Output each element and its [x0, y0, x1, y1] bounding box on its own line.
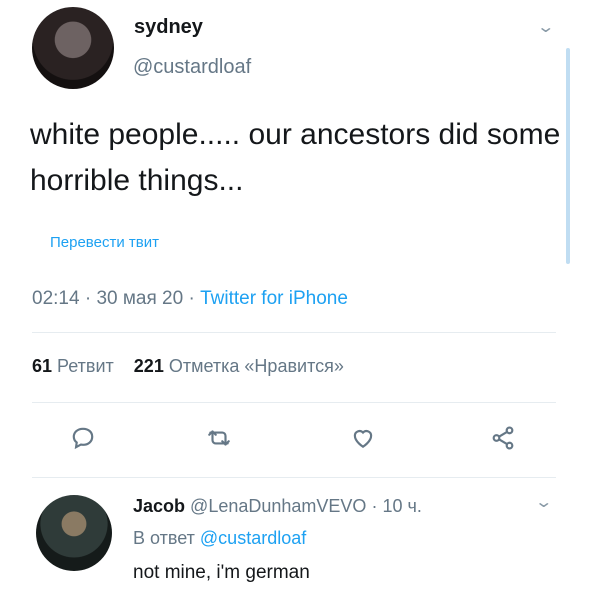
in-reply-handle-link[interactable]: @custardloaf: [200, 528, 306, 548]
meta-separator: ·: [84, 288, 97, 309]
retweets-label: Ретвит: [57, 356, 114, 376]
reply-text: not mine, i'm german: [133, 562, 310, 583]
tweet-time: 02:14: [32, 288, 80, 309]
tweet-source-link[interactable]: Twitter for iPhone: [200, 288, 348, 309]
comment-icon: [72, 427, 94, 450]
share-icon: [492, 426, 514, 450]
reply-author-avatar[interactable]: [36, 495, 112, 571]
meta-separator: ·: [371, 496, 383, 516]
tweet-stats: 61 Ретвит 221 Отметка «Нравится»: [32, 356, 344, 377]
heart-icon: [353, 430, 373, 448]
likes-count: 221: [133, 356, 164, 376]
like-button[interactable]: [343, 418, 383, 458]
likes-stat[interactable]: 221 Отметка «Нравится»: [134, 356, 344, 376]
tweet-meta: 02:14 · 30 мая 20 · Twitter for iPhone: [32, 288, 348, 310]
reply-author-handle[interactable]: @LenaDunhamVEVO: [190, 496, 366, 516]
likes-label: Отметка «Нравится»: [168, 356, 344, 376]
divider: [32, 402, 556, 403]
author-avatar[interactable]: [32, 7, 114, 89]
reply-header: Jacob @LenaDunhamVEVO · 10 ч.: [133, 496, 422, 517]
divider: [32, 477, 556, 478]
retweet-icon: [208, 430, 230, 446]
tweet-text: white people..... our ancestors did some…: [30, 118, 561, 197]
divider: [32, 332, 556, 333]
tweet-date: 30 мая 20: [96, 288, 184, 309]
reply-button[interactable]: [63, 418, 103, 458]
chevron-down-icon[interactable]: ⌄: [536, 20, 555, 36]
author-name[interactable]: sydney: [134, 16, 203, 39]
reply-author-name[interactable]: Jacob: [133, 496, 185, 516]
retweets-count: 61: [32, 356, 53, 376]
share-button[interactable]: [483, 418, 523, 458]
author-handle[interactable]: @custardloaf: [133, 56, 251, 79]
retweet-button[interactable]: [199, 418, 239, 458]
translate-tweet-link[interactable]: Перевести твит: [50, 234, 159, 251]
in-reply-prefix: В ответ: [133, 528, 195, 548]
meta-separator: ·: [188, 288, 201, 309]
in-reply-to: В ответ @custardloaf: [133, 528, 306, 549]
chevron-down-icon[interactable]: ⌄: [534, 495, 553, 511]
retweets-stat[interactable]: 61 Ретвит: [32, 356, 114, 376]
reply-age: 10 ч.: [382, 496, 422, 516]
